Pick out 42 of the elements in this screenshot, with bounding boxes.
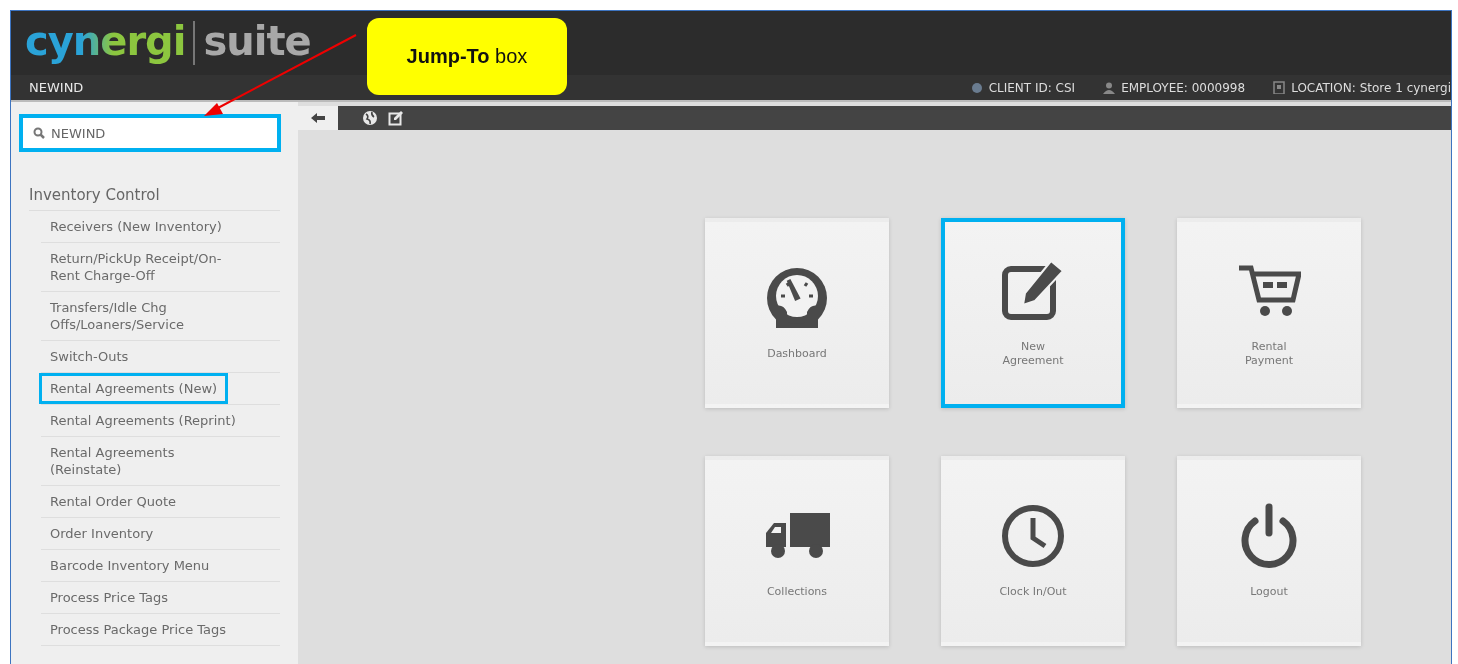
- menu-tile[interactable]: Logout: [1177, 456, 1361, 646]
- power-icon: [1239, 503, 1299, 569]
- menu-tile[interactable]: Dashboard: [705, 218, 889, 408]
- sidebar-item[interactable]: Rental Order Quote: [39, 486, 257, 517]
- globe-icon: [362, 110, 378, 126]
- header-info-text: LOCATION: Store 1 cynergi: [1291, 80, 1451, 95]
- sidebar-item[interactable]: Return/PickUp Receipt/On-Rent Charge-Off: [39, 243, 257, 291]
- building-icon: [1273, 81, 1286, 94]
- client-icon: [970, 81, 983, 94]
- module-name: NEWIND: [29, 80, 85, 95]
- edit-button[interactable]: [388, 110, 404, 126]
- truck-icon: [764, 513, 830, 559]
- sidebar-item[interactable]: Order Inventory: [39, 518, 257, 549]
- left-arrow-icon: [311, 113, 325, 123]
- menu-tile[interactable]: Collections: [705, 456, 889, 646]
- back-button[interactable]: [298, 106, 338, 130]
- menu-tile[interactable]: New Agreement: [941, 218, 1125, 408]
- globe-button[interactable]: [362, 110, 378, 126]
- menu-tile[interactable]: Rental Payment: [1177, 218, 1361, 408]
- sidebar-item[interactable]: Rental Agreements (New): [39, 373, 229, 404]
- clock-icon: [1001, 504, 1065, 568]
- sidebar-item[interactable]: Rental Agreements (Reprint): [39, 405, 257, 436]
- sidebar-item[interactable]: Barcode Inventory Menu: [39, 550, 257, 581]
- sidebar-item[interactable]: Switch-Outs: [39, 341, 257, 372]
- cart-icon: [1237, 264, 1301, 318]
- sidebar-item[interactable]: Process Package Price Tags: [39, 614, 257, 645]
- jump-to-search-field[interactable]: NEWIND: [23, 118, 277, 148]
- menu-tile[interactable]: Clock In/Out: [941, 456, 1125, 646]
- header-info-text: CLIENT ID: CSI: [988, 80, 1076, 95]
- callout-note: Jump-To box: [367, 18, 567, 95]
- sidebar-item[interactable]: Rental Agreements (Reinstate): [39, 437, 257, 485]
- app-logo: cynergi suite: [25, 18, 311, 68]
- search-icon: [33, 127, 45, 139]
- sidebar-item[interactable]: Process Price Tags: [39, 582, 257, 613]
- sidebar-item[interactable]: Receivers (New Inventory): [39, 211, 257, 242]
- header-info-text: EMPLOYEE: 0000998: [1121, 80, 1246, 95]
- edit-icon: [1001, 259, 1065, 323]
- edit-icon: [388, 110, 404, 126]
- sidebar-heading: Inventory Control: [29, 186, 280, 211]
- person-icon: [1103, 81, 1116, 94]
- sidebar-item[interactable]: Transfers/Idle Chg Offs/Loaners/Service: [39, 292, 257, 340]
- gauge-icon: [765, 266, 829, 330]
